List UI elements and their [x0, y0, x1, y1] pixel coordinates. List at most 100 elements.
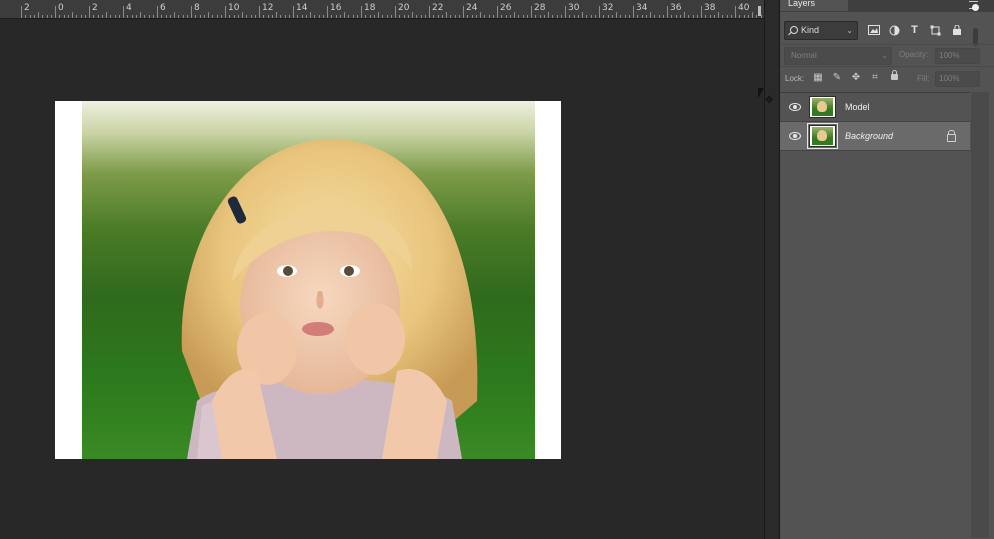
- document-canvas[interactable]: [55, 101, 561, 459]
- ruler-minor-tick: [654, 15, 656, 18]
- ruler-minor-tick: [675, 15, 677, 18]
- shape-filter-icon[interactable]: [929, 24, 942, 36]
- ruler-minor-tick: [233, 15, 235, 18]
- ruler-minor-tick: [730, 15, 732, 18]
- ruler-minor-tick: [254, 15, 256, 18]
- ruler-label: 38: [704, 3, 716, 13]
- ruler-minor-tick: [624, 15, 626, 18]
- canvas-workspace[interactable]: [0, 19, 764, 539]
- ruler-minor-tick: [713, 15, 715, 18]
- ruler-minor-tick: [552, 15, 554, 18]
- ruler-label: 28: [534, 3, 546, 13]
- ruler-minor-tick: [488, 15, 490, 18]
- layer-thumbnail: [807, 123, 838, 149]
- kind-filter-select[interactable]: Kind ⌄: [784, 21, 858, 40]
- ruler-minor-tick: [267, 15, 269, 18]
- lock-image-pixels-icon[interactable]: ✎: [832, 73, 842, 83]
- ruler-minor-tick: [590, 15, 592, 18]
- ruler-label: 22: [432, 3, 444, 13]
- ruler-minor-tick: [72, 12, 73, 18]
- ruler-minor-tick: [628, 15, 630, 18]
- layer-row-model[interactable]: Model: [780, 93, 970, 122]
- smart-object-filter-icon[interactable]: [950, 24, 963, 36]
- pixel-filter-icon[interactable]: [867, 24, 880, 36]
- layer-row-background[interactable]: Background: [780, 122, 970, 151]
- ruler-minor-tick: [297, 15, 299, 18]
- ruler-minor-tick: [165, 15, 167, 18]
- layers-tab[interactable]: Layers: [780, 0, 848, 11]
- ruler-major-tick: [735, 6, 736, 18]
- ruler-minor-tick: [178, 15, 180, 18]
- ruler-label: 2: [92, 3, 98, 13]
- lock-transparent-pixels-icon[interactable]: ▦: [813, 73, 823, 83]
- thumbnail-subject: [817, 101, 827, 112]
- ruler-minor-tick: [543, 15, 545, 18]
- child-in-grass-photo: [82, 101, 535, 459]
- panel-separator[interactable]: [764, 0, 780, 539]
- ruler-minor-tick: [437, 15, 439, 18]
- ruler-minor-tick: [573, 15, 575, 18]
- ruler-minor-tick: [752, 12, 753, 18]
- ruler-minor-tick: [603, 15, 605, 18]
- opacity-field[interactable]: 100%: [935, 48, 980, 64]
- ruler-minor-tick: [135, 15, 137, 18]
- layer-name[interactable]: Background: [845, 131, 893, 141]
- layers-list: Model Background: [780, 92, 970, 153]
- ruler-minor-tick: [637, 15, 639, 18]
- lock-all-icon[interactable]: [891, 70, 898, 80]
- ruler-minor-tick: [556, 15, 558, 18]
- ruler-minor-tick: [93, 15, 95, 18]
- ruler-major-tick: [157, 6, 158, 18]
- lock-artboard-icon[interactable]: ⌗: [870, 73, 880, 83]
- opacity-label: Opacity:: [899, 50, 929, 59]
- ruler-minor-tick: [365, 15, 367, 18]
- eye-icon[interactable]: [789, 103, 801, 111]
- ruler-scroll-handle[interactable]: [758, 6, 761, 16]
- ruler-minor-tick: [420, 15, 422, 18]
- ruler-minor-tick: [620, 15, 622, 18]
- ruler-minor-tick: [114, 15, 116, 18]
- ruler-label: 40: [738, 3, 750, 13]
- ruler-label: 20: [398, 3, 410, 13]
- ruler-minor-tick: [492, 15, 494, 18]
- ruler-major-tick: [327, 6, 328, 18]
- blend-mode-select[interactable]: Normal ⌄: [784, 47, 892, 65]
- ruler-minor-tick: [433, 15, 435, 18]
- layer-thumbnail: [809, 96, 836, 118]
- lock-icon[interactable]: [947, 130, 956, 142]
- mouse-pointer-icon: [758, 88, 764, 98]
- ruler-minor-tick: [339, 15, 341, 18]
- ruler-major-tick: [21, 6, 22, 18]
- ruler-minor-tick: [229, 15, 231, 18]
- ruler-minor-tick: [747, 15, 749, 18]
- ruler-minor-tick: [722, 15, 724, 18]
- ruler-label: 14: [296, 3, 308, 13]
- ruler-minor-tick: [237, 15, 239, 18]
- ruler-major-tick: [361, 6, 362, 18]
- adjustment-filter-icon[interactable]: [888, 24, 901, 36]
- ruler-major-tick: [667, 6, 668, 18]
- ruler-minor-tick: [50, 15, 52, 18]
- ruler-minor-tick: [106, 12, 107, 18]
- layer-name[interactable]: Model: [845, 102, 870, 112]
- lock-position-icon[interactable]: ✥: [851, 73, 861, 83]
- ruler-label: 26: [500, 3, 512, 13]
- ruler-minor-tick: [310, 12, 311, 18]
- filter-toggle-knob[interactable]: [972, 4, 979, 11]
- ruler-minor-tick: [29, 15, 31, 18]
- lock-row: Lock: ▦ ✎ ✥ ⌗ Fill: 100%: [780, 66, 994, 89]
- type-filter-icon[interactable]: T: [908, 24, 921, 36]
- ruler-minor-tick: [25, 15, 27, 18]
- horizontal-ruler[interactable]: 2 0 2 4 6 8 10 12 14 16 18 20 22 24 26 28 30 32 34 36 38 40: [0, 0, 764, 19]
- ruler-minor-tick: [650, 12, 651, 18]
- ruler-minor-tick: [203, 15, 205, 18]
- eye-icon[interactable]: [789, 132, 801, 140]
- ruler-minor-tick: [382, 15, 384, 18]
- ruler-minor-tick: [186, 15, 188, 18]
- ruler-minor-tick: [59, 15, 61, 18]
- ruler-minor-tick: [743, 15, 745, 18]
- panel-scrollbar[interactable]: [971, 92, 989, 538]
- ruler-minor-tick: [127, 15, 129, 18]
- fill-field[interactable]: 100%: [935, 71, 980, 87]
- kind-filter-label: Kind: [801, 25, 820, 35]
